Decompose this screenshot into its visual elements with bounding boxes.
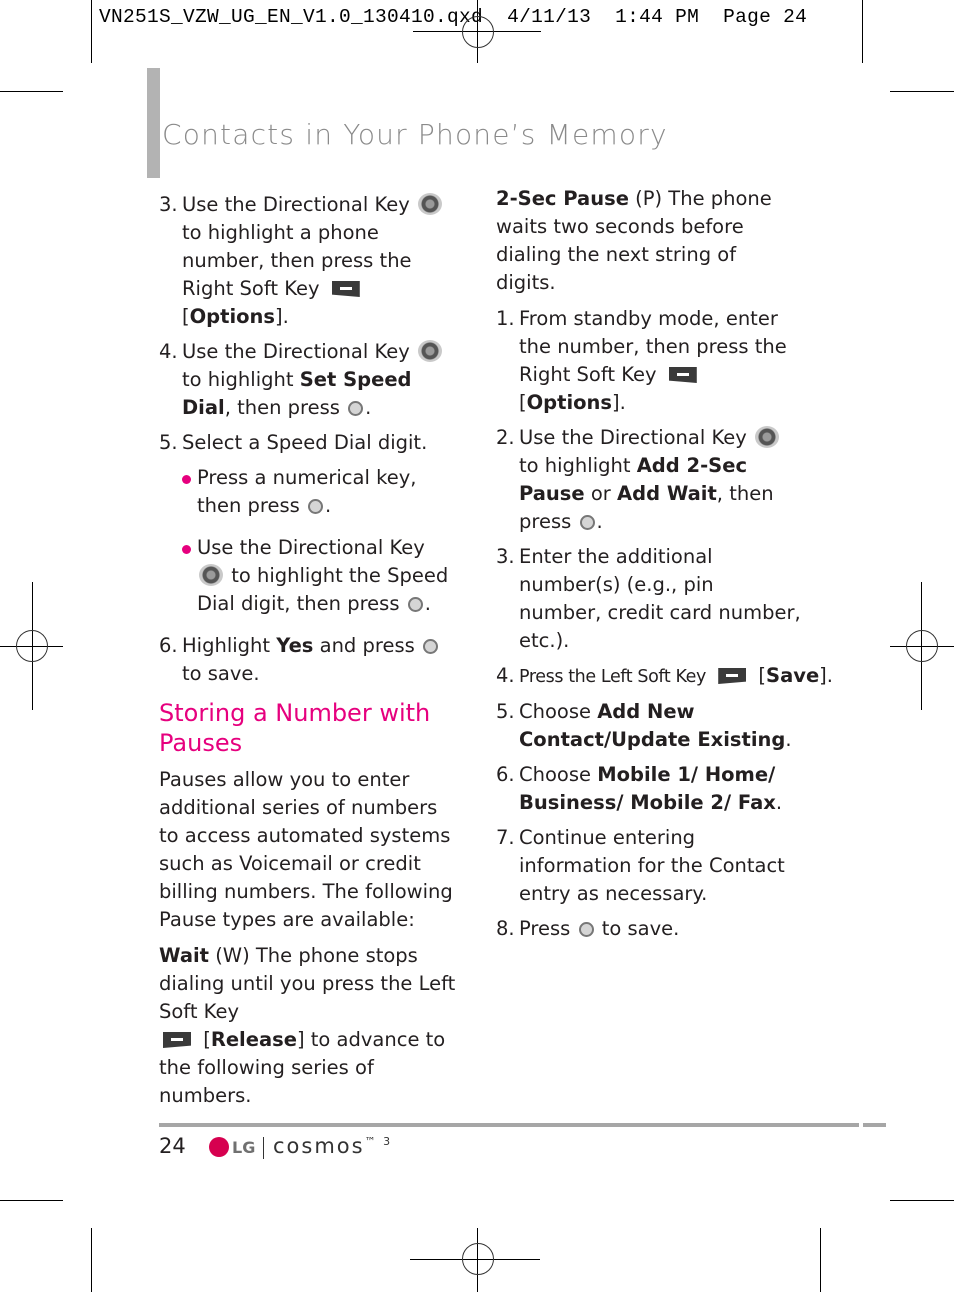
slug-page: Page 24 bbox=[723, 6, 808, 28]
lg-logo-text: LG bbox=[232, 1138, 256, 1157]
step-item: 7. Continue entering information for the… bbox=[496, 826, 785, 905]
step-item: 4. Press the Left Soft Key [Save]. bbox=[496, 664, 833, 687]
directional-key-icon bbox=[418, 340, 443, 362]
left-soft-key-icon bbox=[718, 668, 747, 684]
left-column: 3. Use the Directional Key to highlight … bbox=[159, 191, 459, 1118]
ok-key-icon bbox=[308, 499, 324, 514]
step-item: 6. Highlight Yes and press to save. bbox=[159, 632, 459, 688]
crop-mark bbox=[91, 0, 92, 63]
bullet-dot bbox=[182, 475, 191, 484]
pause-paragraph: 2-Sec Pause (P) The phone waits two seco… bbox=[496, 187, 772, 294]
intro-paragraph: Pauses allow you to enter additional ser… bbox=[159, 768, 453, 931]
product-brand: cosmos™ 3 bbox=[273, 1134, 393, 1158]
crop-mark bbox=[0, 91, 63, 92]
ok-key-icon bbox=[423, 639, 438, 654]
footer-rule-end bbox=[863, 1123, 886, 1127]
print-slug-line: VN251S_VZW_UG_EN_V1.0_130410.qxd 4/11/13… bbox=[99, 6, 807, 28]
directional-key-icon bbox=[199, 564, 223, 586]
step-item: 1. From standby mode, enter the number, … bbox=[496, 307, 787, 414]
right-soft-key-icon bbox=[331, 281, 360, 297]
step-item: 5. Choose Add New Contact/Update Existin… bbox=[496, 700, 792, 751]
directional-key-icon bbox=[418, 193, 443, 215]
ok-key-icon bbox=[579, 515, 595, 530]
right-soft-key-icon bbox=[668, 367, 697, 383]
step-item: 3. Enter the additional number(s) (e.g.,… bbox=[496, 545, 801, 652]
page-number: 24 bbox=[159, 1134, 186, 1158]
ok-key-icon bbox=[348, 401, 364, 416]
page-title: Contacts in Your Phone’s Memory bbox=[162, 118, 668, 151]
step-item: 3. Use the Directional Key to highlight … bbox=[159, 191, 459, 331]
crop-mark bbox=[0, 1200, 63, 1201]
bullet-dot bbox=[182, 545, 191, 554]
ok-key-icon bbox=[578, 922, 594, 937]
slug-time: 1:44 PM bbox=[615, 6, 700, 28]
crop-mark bbox=[890, 1200, 954, 1201]
crop-mark bbox=[890, 91, 954, 92]
step-item: 8. Press to save. bbox=[496, 917, 680, 940]
crop-mark bbox=[91, 1228, 92, 1292]
footer-rule bbox=[159, 1123, 859, 1127]
brand-divider bbox=[263, 1137, 264, 1159]
title-accent-bar bbox=[147, 68, 160, 178]
bullet-item: Press a numerical key, then press . bbox=[159, 464, 459, 520]
bullet-item: Use the Directional Key to highlight the… bbox=[159, 534, 459, 618]
section-heading: Storing a Number with Pauses bbox=[159, 699, 431, 757]
crop-mark bbox=[820, 1228, 821, 1292]
left-soft-key-icon bbox=[163, 1032, 191, 1048]
step-item: 5. Select a Speed Dial digit. bbox=[159, 431, 428, 454]
slug-filename: VN251S_VZW_UG_EN_V1.0_130410.qxd bbox=[99, 6, 484, 28]
wait-paragraph: Wait (W) The phone stops dialing until y… bbox=[159, 944, 456, 1107]
ok-key-icon bbox=[407, 597, 423, 612]
right-column: 2-Sec Pause (P) The phone waits two seco… bbox=[496, 185, 833, 950]
slug-date: 4/11/13 bbox=[507, 6, 592, 28]
step-item: 2. Use the Directional Key to highlight … bbox=[496, 424, 801, 536]
step-item: 4. Use the Directional Key to highlight … bbox=[159, 338, 459, 422]
lg-logo-icon bbox=[209, 1137, 229, 1157]
directional-key-icon bbox=[755, 426, 780, 448]
crop-mark bbox=[862, 0, 863, 63]
step-item: 6. Choose Mobile 1/ Home/ Business/ Mobi… bbox=[496, 763, 783, 814]
